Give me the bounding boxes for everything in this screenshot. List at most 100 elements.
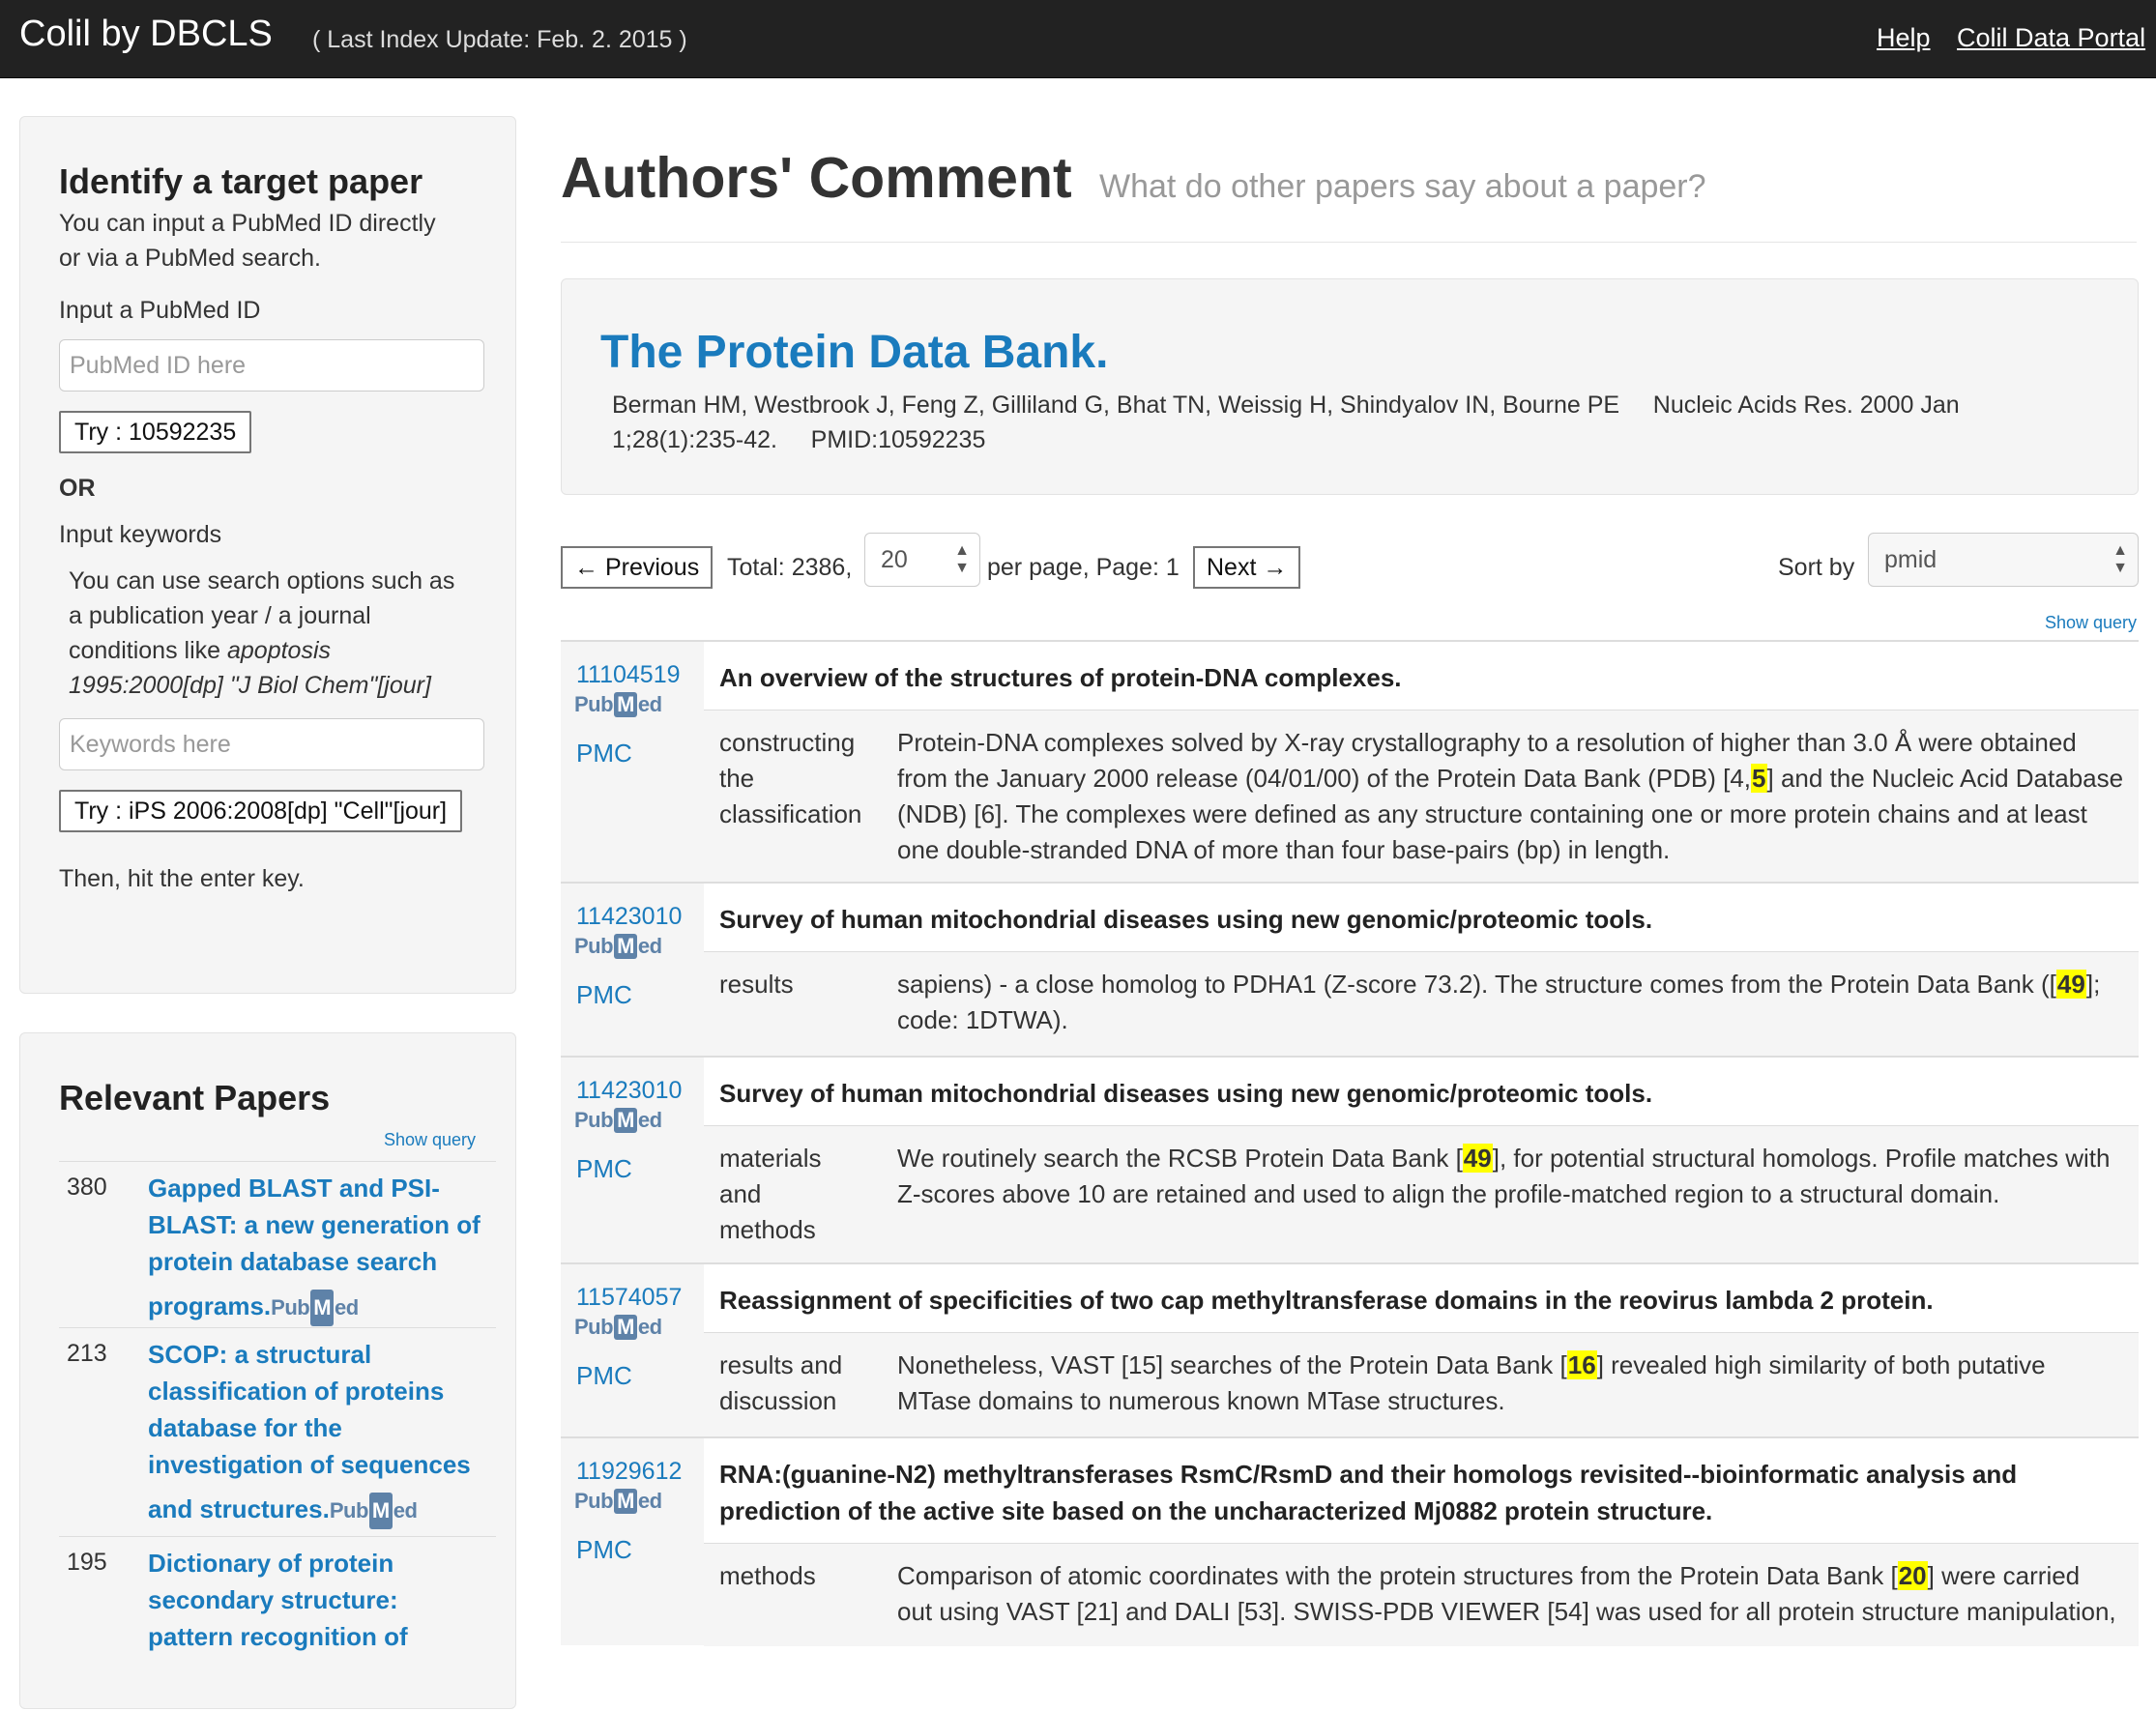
pubmed-logo-ed: ed <box>393 1498 418 1522</box>
next-button[interactable]: Next → <box>1193 546 1301 589</box>
section-line: results and <box>719 1350 843 1379</box>
last-index-update: ( Last Index Update: Feb. 2. 2015 ) <box>312 26 687 53</box>
brand-logo[interactable]: Colil by DBCLS <box>19 14 273 55</box>
citation-highlight: 49 <box>1462 1144 1493 1173</box>
result-row: 11929612 Pub Med PMC RNA:(guanine-N2) met… <box>561 1436 2139 1646</box>
relevant-title-line: pattern recognition of <box>148 1622 408 1651</box>
result-title-line: RNA:(guanine-N2) methyltransferases RsmC… <box>719 1460 2018 1489</box>
relevant-show-query-link[interactable]: Show query <box>384 1130 476 1150</box>
per-page-select[interactable]: 20 ▲ ▼ <box>864 533 980 587</box>
total-count: Total: 2386, <box>727 554 853 581</box>
result-pubmed-link[interactable]: Pub Med <box>574 934 662 959</box>
result-pmc-link[interactable]: PMC <box>576 739 632 768</box>
pubmed-logo-m: M <box>614 1108 637 1133</box>
relevant-title[interactable]: Gapped BLAST and PSI- BLAST: a new gener… <box>148 1170 486 1326</box>
relevant-title-line: protein database search <box>148 1247 438 1276</box>
result-row: 11423010 Pub Med PMC Survey of human mito… <box>561 1056 2139 1265</box>
search-help-example-term: apoptosis <box>226 637 332 664</box>
relevant-item: 213 SCOP: a structural classification of… <box>59 1327 496 1537</box>
snippet-line: from the January 2000 release (04/01/00)… <box>897 761 2125 797</box>
result-pubmed-link[interactable]: Pub Med <box>574 1108 662 1133</box>
result-title: RNA:(guanine-N2) methyltransferases RsmC… <box>719 1456 2112 1529</box>
citation-count: 195 <box>67 1549 107 1576</box>
sort-by-label: Sort by <box>1778 554 1855 581</box>
search-help-line1: You can use search options such as <box>69 567 455 594</box>
select-arrows-icon: ▲ ▼ <box>2112 542 2128 576</box>
result-pmc-link[interactable]: PMC <box>576 1361 632 1391</box>
per-page-label: per page, Page: 1 <box>987 554 1180 581</box>
pmid-label: Input a PubMed ID <box>59 297 261 324</box>
snippet-line: Protein-DNA complexes solved by X-ray cr… <box>897 728 2077 757</box>
top-navbar: Colil by DBCLS ( Last Index Update: Feb.… <box>0 0 2156 78</box>
snippet-line: MTase domains to numerous known MTase st… <box>897 1386 1505 1415</box>
relevant-title[interactable]: SCOP: a structural classification of pro… <box>148 1336 486 1529</box>
result-pmid-link[interactable]: 11423010 <box>576 1077 682 1105</box>
relevant-item: 380 Gapped BLAST and PSI- BLAST: a new g… <box>59 1161 496 1328</box>
relevant-title-line: and structures.Pub Med <box>148 1491 486 1529</box>
result-pmc-link[interactable]: PMC <box>576 1154 632 1184</box>
snippet-text: ] revealed high similarity of both putat… <box>1596 1350 2046 1379</box>
sort-value: pmid <box>1884 546 1937 573</box>
or-separator: OR <box>59 475 96 502</box>
snippet-line: Comparison of atomic coordinates with th… <box>897 1558 2125 1594</box>
previous-button[interactable]: ← Previous <box>561 546 714 589</box>
snippet-text: sapiens) - a close homolog to PDHA1 (Z-s… <box>897 970 2056 999</box>
snippet-line: one double-stranded DNA of more than fou… <box>897 835 1671 864</box>
section-line: discussion <box>719 1386 837 1415</box>
keywords-label: Input keywords <box>59 521 222 548</box>
pubmed-logo-m: M <box>368 1493 393 1529</box>
relevant-title-text: and structures. <box>148 1494 330 1523</box>
relevant-title[interactable]: Dictionary of protein secondary structur… <box>148 1545 486 1655</box>
relevant-item: 195 Dictionary of protein secondary stru… <box>59 1536 496 1711</box>
result-row: 11574057 Pub Med PMC Reassignment of spec… <box>561 1262 2139 1439</box>
section-line: methods <box>719 1215 816 1244</box>
snippet-line: sapiens) - a close homolog to PDHA1 (Z-s… <box>897 967 2125 1002</box>
result-pmid-link[interactable]: 11929612 <box>576 1458 682 1486</box>
target-paper-title[interactable]: The Protein Data Bank. <box>600 326 1108 379</box>
result-row: 11423010 Pub Med PMC Survey of human mito… <box>561 882 2139 1058</box>
result-pubmed-link[interactable]: Pub Med <box>574 1489 662 1514</box>
snippet-line: out using VAST [21] and DALI [53]. SWISS… <box>897 1597 2116 1626</box>
search-help-line2: a publication year / a journal <box>69 602 371 629</box>
data-portal-link[interactable]: Colil Data Portal <box>1957 23 2145 53</box>
result-title: An overview of the structures of protein… <box>719 663 1402 692</box>
pubmed-logo[interactable]: Pub Med <box>330 1493 418 1529</box>
relevant-title-text: programs. <box>148 1291 272 1320</box>
try-pmid-button[interactable]: Try : 10592235 <box>59 411 252 453</box>
pubmed-logo-ed: ed <box>637 1489 662 1513</box>
snippet-text: ] were carried <box>1927 1561 2081 1590</box>
enter-key-hint: Then, hit the enter key. <box>59 865 305 892</box>
sort-select[interactable]: pmid ▲ ▼ <box>1868 533 2139 587</box>
pubmed-logo-pub: Pub <box>271 1295 310 1320</box>
result-pmid-link[interactable]: 11104519 <box>576 661 681 689</box>
result-pmc-link[interactable]: PMC <box>576 1535 632 1565</box>
result-pmid-link[interactable]: 11574057 <box>576 1284 682 1312</box>
result-pmc-link[interactable]: PMC <box>576 980 632 1010</box>
relevant-title-line: classification of proteins <box>148 1377 445 1406</box>
result-id-column: 11423010 Pub Med PMC <box>561 1058 704 1264</box>
relevant-papers-panel: Relevant Papers Show query 380 Gapped BL… <box>19 1032 516 1709</box>
result-pubmed-link[interactable]: Pub Med <box>574 692 662 717</box>
pubmed-logo-m: M <box>614 934 637 959</box>
result-pmid-link[interactable]: 11423010 <box>576 903 682 931</box>
help-link[interactable]: Help <box>1877 23 1931 53</box>
pmid-input[interactable]: PubMed ID here <box>59 339 484 392</box>
pubmed-logo-m: M <box>310 1290 335 1326</box>
identify-intro-line1: You can input a PubMed ID directly <box>59 210 436 237</box>
result-title-line: prediction of the active site based on t… <box>719 1496 1713 1525</box>
result-title: Survey of human mitochondrial diseases u… <box>719 1079 1653 1108</box>
result-section: constructing the classification <box>719 725 874 832</box>
relevant-title-line: Dictionary of protein <box>148 1549 394 1578</box>
pubmed-logo-ed: ed <box>637 1315 662 1339</box>
try-keywords-button[interactable]: Try : iPS 2006:2008[dp] "Cell"[jour] <box>59 790 463 832</box>
snippet-line: Nonetheless, VAST [15] searches of the P… <box>897 1348 2125 1383</box>
relevant-title-line: SCOP: a structural <box>148 1340 372 1369</box>
relevant-title-line: Gapped BLAST and PSI- <box>148 1174 440 1203</box>
result-id-column: 11929612 Pub Med PMC <box>561 1438 704 1645</box>
pubmed-logo[interactable]: Pub Med <box>271 1290 359 1326</box>
keywords-input[interactable]: Keywords here <box>59 718 484 770</box>
pubmed-logo-pub: Pub <box>574 1315 614 1339</box>
result-pubmed-link[interactable]: Pub Med <box>574 1315 662 1340</box>
results-show-query-link[interactable]: Show query <box>2045 613 2137 633</box>
pubmed-logo-pub: Pub <box>574 1108 614 1132</box>
